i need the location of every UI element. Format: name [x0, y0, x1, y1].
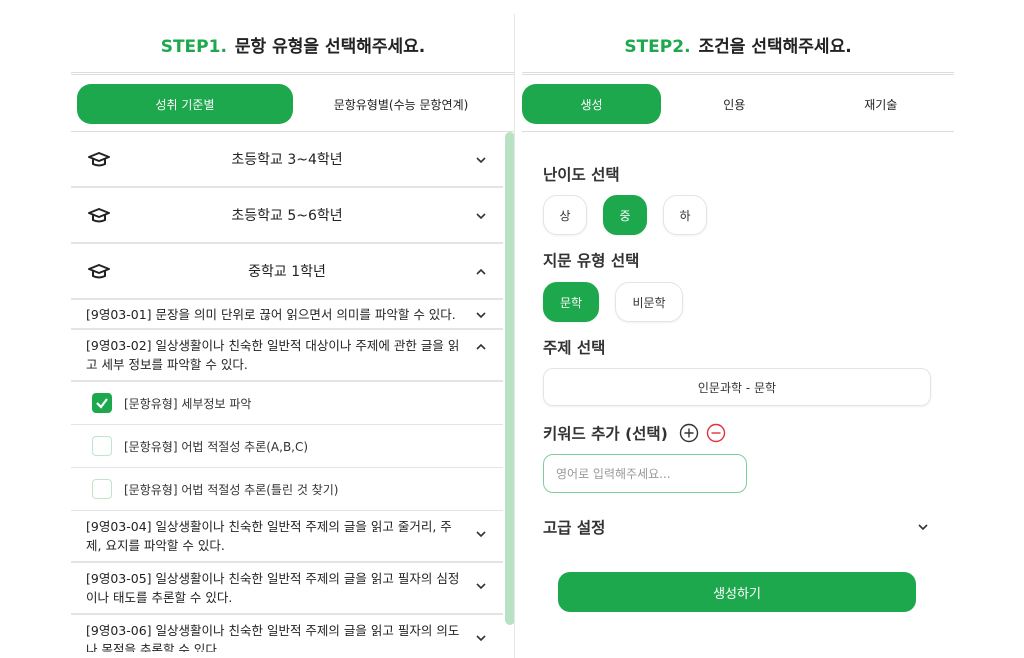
standard-item[interactable]: [9영03-04] 일상생활이나 친숙한 일반적 주제의 글을 읽고 줄거리, … — [71, 511, 503, 563]
standard-text: [9영03-05] 일상생활이나 친숙한 일반적 주제의 글을 읽고 필자의 심… — [86, 571, 460, 605]
graduation-cap-icon — [88, 152, 110, 167]
chevron-down-icon[interactable] — [475, 210, 487, 222]
chevron-down-icon[interactable] — [917, 521, 929, 533]
tab-generate[interactable]: 생성 — [522, 84, 661, 124]
step2-title: STEP2. 조건을 선택해주세요. — [522, 32, 954, 57]
keyword-label: 키워드 추가 (선택) — [543, 425, 668, 443]
option-label: [문항유형] 세부정보 파악 — [124, 396, 252, 411]
minus-circle-icon[interactable] — [706, 423, 726, 443]
title-divider — [522, 72, 954, 75]
difficulty-low-button[interactable]: 하 — [663, 195, 707, 235]
checkbox[interactable] — [92, 436, 112, 456]
title-divider — [71, 72, 515, 75]
topic-select[interactable]: 인문과학 - 문학 — [543, 368, 931, 406]
chevron-down-icon[interactable] — [475, 154, 487, 166]
question-type-option[interactable]: [문항유형] 세부정보 파악 — [71, 382, 503, 425]
grade-label: 초등학교 3~4학년 — [231, 152, 343, 168]
graduation-cap-icon — [88, 264, 110, 279]
step1-label: STEP1. — [160, 37, 227, 57]
checkbox[interactable] — [92, 479, 112, 499]
option-label: [문항유형] 어법 적절성 추론(A,B,C) — [124, 439, 309, 454]
difficulty-medium-button[interactable]: 중 — [603, 195, 647, 235]
step2-tabs: 생성 인용 재기술 — [522, 84, 954, 124]
step1-heading: 문항 유형을 선택해주세요. — [234, 37, 426, 57]
passage-type-label: 지문 유형 선택 — [543, 252, 640, 270]
difficulty-label: 난이도 선택 — [543, 166, 620, 184]
chevron-down-icon[interactable] — [475, 528, 487, 540]
step1-tabs: 성취 기준별 문항유형별(수능 문항연계) — [77, 84, 509, 124]
standard-text: [9영03-06] 일상생활이나 친숙한 일반적 주제의 글을 읽고 필자의 의… — [86, 623, 460, 652]
step1-panel: STEP1. 문항 유형을 선택해주세요. 성취 기준별 문항유형별(수능 문항연… — [71, 0, 515, 658]
chevron-down-icon[interactable] — [475, 580, 487, 592]
check-icon — [96, 398, 108, 409]
step2-label: STEP2. — [624, 37, 691, 57]
chevron-up-icon[interactable] — [475, 266, 487, 278]
difficulty-high-button[interactable]: 상 — [543, 195, 587, 235]
grade-item[interactable]: 중학교 1학년 — [71, 244, 503, 300]
standard-item[interactable]: [9영03-06] 일상생활이나 친숙한 일반적 주제의 글을 읽고 필자의 의… — [71, 615, 503, 652]
standard-text: [9영03-04] 일상생활이나 친숙한 일반적 주제의 글을 읽고 줄거리, … — [86, 519, 452, 553]
grade-item[interactable]: 초등학교 3~4학년 — [71, 132, 503, 188]
standards-list: 초등학교 3~4학년 초등학교 5~6학년 중학교 1학년 [9영03-01] … — [71, 132, 503, 652]
advanced-settings-label: 고급 설정 — [543, 519, 606, 537]
standard-text: [9영03-02] 일상생활이나 친숙한 일반적 대상이나 주제에 관한 글을 … — [86, 338, 460, 372]
tab-question-type[interactable]: 문항유형별(수능 문항연계) — [293, 84, 509, 124]
grade-item[interactable]: 초등학교 5~6학년 — [71, 188, 503, 244]
generate-button[interactable]: 생성하기 — [558, 572, 916, 612]
standard-item[interactable]: [9영03-05] 일상생활이나 친숙한 일반적 주제의 글을 읽고 필자의 심… — [71, 563, 503, 615]
advanced-settings-toggle[interactable]: 고급 설정 — [543, 515, 931, 539]
step2-heading: 조건을 선택해주세요. — [698, 37, 852, 57]
question-type-option[interactable]: [문항유형] 어법 적절성 추론(틀린 것 찾기) — [71, 468, 503, 511]
option-label: [문항유형] 어법 적절성 추론(틀린 것 찾기) — [124, 482, 339, 497]
standard-text: [9영03-01] 문장을 의미 단위로 끊어 읽으면서 의미를 파악할 수 있… — [86, 307, 456, 322]
non-literature-button[interactable]: 비문학 — [615, 282, 683, 322]
chevron-down-icon[interactable] — [475, 309, 487, 321]
checkbox-checked[interactable] — [92, 393, 112, 413]
tab-divider — [522, 131, 954, 132]
keyword-input[interactable] — [543, 454, 747, 493]
step2-panel: STEP2. 조건을 선택해주세요. 생성 인용 재기술 난이도 선택 상 중 하… — [522, 0, 954, 658]
literature-button[interactable]: 문학 — [543, 282, 599, 322]
graduation-cap-icon — [88, 208, 110, 223]
grade-label: 초등학교 5~6학년 — [231, 208, 343, 224]
topic-label: 주제 선택 — [543, 339, 606, 357]
chevron-down-icon[interactable] — [475, 632, 487, 644]
question-type-option[interactable]: [문항유형] 어법 적절성 추론(A,B,C) — [71, 425, 503, 468]
tab-achievement-standard[interactable]: 성취 기준별 — [77, 84, 293, 124]
chevron-up-icon[interactable] — [475, 341, 487, 353]
tab-quote[interactable]: 인용 — [661, 84, 808, 124]
tab-rewrite[interactable]: 재기술 — [808, 84, 955, 124]
standard-item[interactable]: [9영03-01] 문장을 의미 단위로 끊어 읽으면서 의미를 파악할 수 있… — [71, 300, 503, 330]
standard-item[interactable]: [9영03-02] 일상생활이나 친숙한 일반적 대상이나 주제에 관한 글을 … — [71, 330, 503, 382]
step1-title: STEP1. 문항 유형을 선택해주세요. — [71, 32, 515, 57]
panel-divider — [514, 14, 515, 658]
grade-label: 중학교 1학년 — [248, 264, 326, 280]
plus-circle-icon[interactable] — [679, 423, 699, 443]
